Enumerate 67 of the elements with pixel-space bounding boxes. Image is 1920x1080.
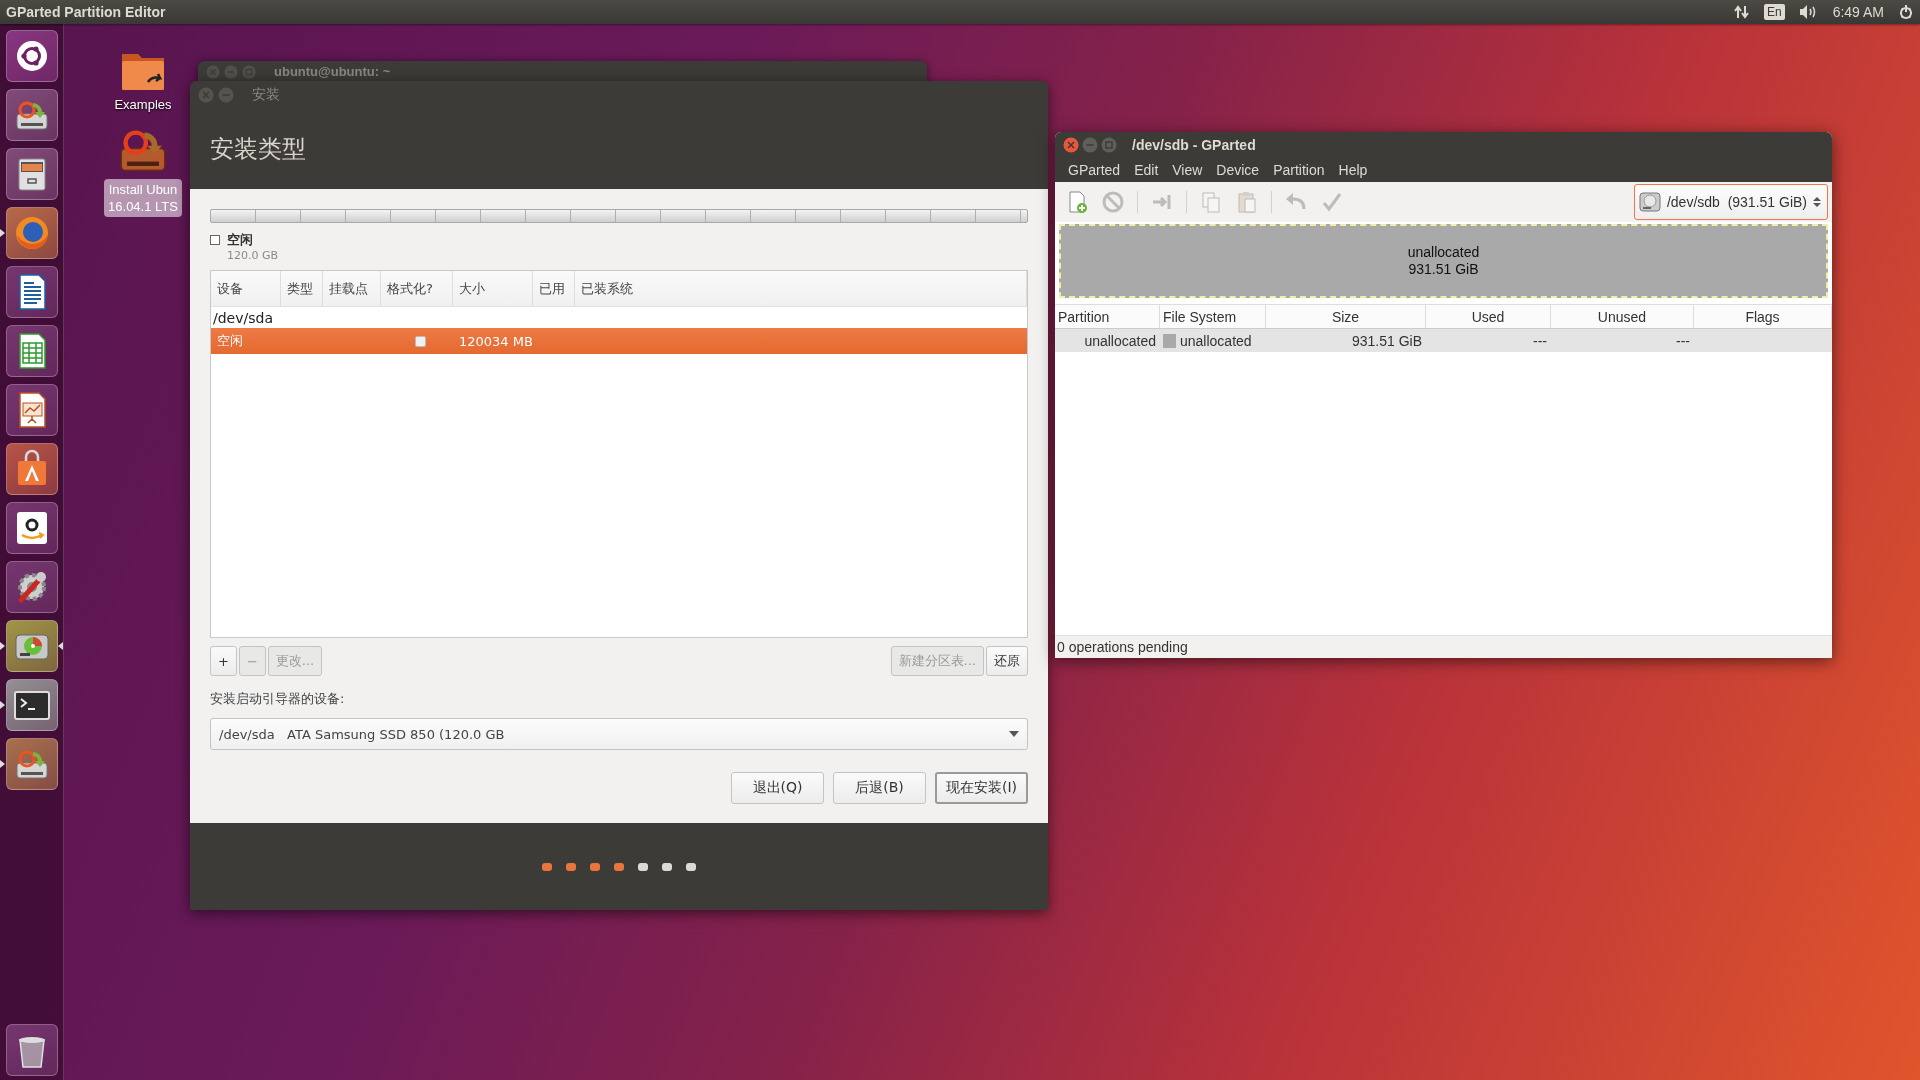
device-selector[interactable]: /dev/sdb (931.51 GiB) bbox=[1633, 184, 1828, 220]
table-action-button[interactable]: 还原 bbox=[986, 646, 1028, 676]
document-icon[interactable] bbox=[5, 266, 58, 318]
table-cell-text: --- bbox=[1532, 332, 1548, 349]
menu-item[interactable]: Help bbox=[1331, 162, 1375, 178]
fox-globe-icon[interactable] bbox=[5, 207, 58, 259]
dropdown-arrow-icon bbox=[1009, 731, 1019, 737]
hard-drive-icon[interactable] bbox=[5, 89, 58, 141]
presentation-icon[interactable] bbox=[5, 384, 58, 436]
column-header[interactable]: 格式化? bbox=[381, 271, 453, 306]
status-bar: 0 operations pending bbox=[1055, 635, 1832, 658]
column-header[interactable]: 类型 bbox=[281, 271, 323, 306]
table-cell-text: 120034 MB bbox=[458, 333, 533, 349]
device-dropdown[interactable]: /dev/sda ATA Samsung SSD 850 (120.0 GB bbox=[210, 718, 1028, 750]
disk-chart-icon[interactable] bbox=[5, 620, 58, 672]
menu-item[interactable]: View bbox=[1165, 162, 1210, 178]
table-cell: unallocated bbox=[1180, 332, 1252, 349]
table-cell-text: 931.51 GiB bbox=[1350, 332, 1423, 349]
clock[interactable]: 6:49 AM bbox=[1832, 4, 1884, 20]
column-header[interactable]: Flags bbox=[1694, 305, 1832, 328]
column-header[interactable]: Unused bbox=[1551, 305, 1694, 328]
legend-label: 空闲 bbox=[227, 231, 254, 249]
column-header[interactable]: Size bbox=[1266, 305, 1426, 328]
field-label: 安装启动引导器的设备: bbox=[210, 690, 346, 708]
close-button[interactable] bbox=[1063, 137, 1079, 153]
column-header[interactable]: Used bbox=[1426, 305, 1551, 328]
format-checkbox[interactable] bbox=[414, 335, 426, 347]
menu-item[interactable]: GParted bbox=[1061, 162, 1128, 178]
column-header[interactable]: 已用 bbox=[533, 271, 575, 306]
file-cabinet-icon[interactable] bbox=[5, 148, 58, 200]
menu-item[interactable]: Device bbox=[1209, 162, 1267, 178]
hard-drive-icon[interactable] bbox=[5, 738, 58, 790]
table-edit-button[interactable]: + bbox=[210, 646, 237, 676]
circle-logo-icon[interactable] bbox=[5, 30, 58, 82]
window-title: 安装 bbox=[252, 86, 280, 104]
column-header[interactable]: File System bbox=[1160, 305, 1266, 328]
legend-size: 120.0 GB bbox=[227, 249, 280, 262]
keyboard-layout-indicator[interactable]: En bbox=[1763, 4, 1785, 20]
menu-item[interactable]: Edit bbox=[1127, 162, 1166, 178]
power-gear-icon[interactable] bbox=[1898, 4, 1914, 20]
table-cell-text: --- bbox=[1675, 332, 1691, 349]
window-title: ubuntu@ubuntu: ~ bbox=[274, 65, 391, 79]
window-title: /dev/sdb - GParted bbox=[1132, 137, 1256, 153]
gear-wrench-icon[interactable] bbox=[5, 561, 58, 613]
trash-icon[interactable] bbox=[5, 1024, 58, 1076]
nav-button[interactable]: 现在安装(I) bbox=[935, 772, 1028, 804]
column-header[interactable]: Partition bbox=[1055, 305, 1160, 328]
column-header[interactable]: 已装系统 bbox=[575, 271, 1027, 306]
network-arrows-icon[interactable] bbox=[1733, 4, 1750, 20]
nav-button[interactable]: 后退(B) bbox=[833, 772, 926, 804]
page-heading: 安装类型 bbox=[210, 134, 306, 165]
spinner-arrows-icon bbox=[1813, 196, 1821, 208]
column-header[interactable]: 挂载点 bbox=[323, 271, 381, 306]
icon-label[interactable]: Examples bbox=[110, 94, 176, 115]
disk-map-segment[interactable]: unallocated 931.51 GiB bbox=[1059, 224, 1828, 298]
spreadsheet-icon[interactable] bbox=[5, 325, 58, 377]
table-cell-text: unallocated bbox=[1083, 332, 1157, 349]
shopping-bag-icon[interactable] bbox=[5, 443, 58, 495]
terminal-icon[interactable] bbox=[5, 679, 58, 731]
column-header[interactable]: 大小 bbox=[453, 271, 533, 306]
table-row[interactable]: unallocated unallocated 931.51 GiB --- --- bbox=[1055, 329, 1832, 352]
column-header[interactable]: 设备 bbox=[211, 271, 281, 306]
table-cell-text: 空闲 bbox=[216, 332, 244, 350]
nav-button[interactable]: 退出(Q) bbox=[731, 772, 824, 804]
app-title: GParted Partition Editor bbox=[5, 4, 167, 20]
menu-item[interactable]: Partition bbox=[1266, 162, 1332, 178]
table-row[interactable]: /dev/sda bbox=[211, 307, 1027, 328]
